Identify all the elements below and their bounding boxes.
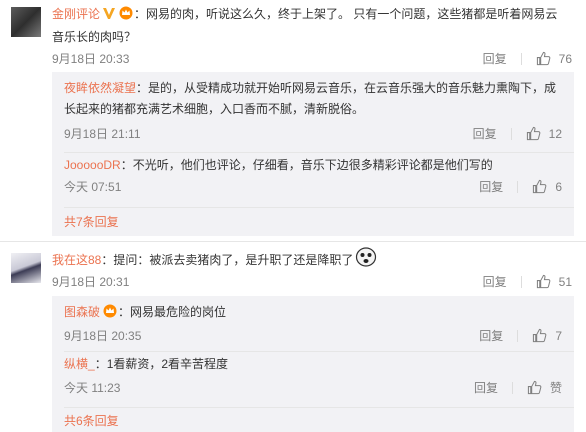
reply-text: 夜眸依然凝望：是的，从受精成功就开始听网易云音乐，在云音乐强大的音乐魅力熏陶下，… [64,78,562,120]
action-divider [511,381,513,394]
reply-author[interactable]: 夜眸依然凝望 [64,81,136,95]
comment-body: ：提问：被派去卖猪肉了，是升职了还是降职了 [101,253,354,267]
vip-crown-icon [118,6,134,27]
reply-item: 纵横_：1看薪资，2看辛苦程度 今天 11:23 回复 赞 [52,352,574,402]
reply-button[interactable]: 回复 [473,125,497,142]
comment-text: 我在这88：提问：被派去卖猪肉了，是升职了还是降职了 [52,247,566,274]
reply-body: ：是的，从受精成功就开始听网易云音乐，在云音乐强大的音乐魅力熏陶下，成长起来的猪… [64,81,557,116]
reply-divider [64,407,574,408]
reply-author[interactable]: 图森破 [64,305,100,319]
comment-author[interactable]: 金刚评论 [52,7,100,21]
reply-actions: 回复 7 [479,327,562,344]
reply-time: 今天 11:23 [64,381,121,395]
like-button[interactable]: 76 [536,51,572,66]
reply-author[interactable]: 纵横_ [64,357,95,371]
action-divider [520,275,522,288]
like-count: 12 [548,126,562,141]
thumbs-up-icon [536,51,550,66]
reply-button[interactable]: 回复 [474,379,498,396]
comment-actions: 回复 51 [483,273,572,290]
comment-time: 9月18日 20:31 [52,275,130,289]
reply-time: 9月18日 21:11 [64,127,141,141]
like-button[interactable]: 51 [536,274,572,289]
reply-button[interactable]: 回复 [479,178,503,195]
comment-text: 金刚评论 ：网易的肉，听说这么久，终于上架了。 只有一个问题，这些猪都是听着网易云… [52,4,566,48]
reply-button[interactable]: 回复 [483,50,507,67]
thumbs-up-icon [533,179,547,194]
like-button[interactable]: 6 [532,179,562,194]
reply-actions: 回复 6 [479,178,562,195]
reply-time: 9月18日 20:35 [64,329,142,343]
reply-text: JoooooDR：不光听，他们也评论，仔细看，音乐下边很多精彩评论都是他们写的 [64,155,562,176]
like-button[interactable]: 7 [532,328,562,343]
reply-list: 夜眸依然凝望：是的，从受精成功就开始听网易云音乐，在云音乐强大的音乐魅力熏陶下，… [52,72,574,236]
reply-item: 图森破 ：网易最危险的岗位 9月18日 20:35 回复 7 [52,296,574,348]
reply-text: 图森破 ：网易最危险的岗位 [64,302,562,325]
thumbs-up-icon [527,380,542,395]
emoji-face-icon [355,247,377,274]
comment-author[interactable]: 我在这88 [52,253,101,267]
reply-list: 图森破 ：网易最危险的岗位 9月18日 20:35 回复 7 纵横_：1看薪资，2… [52,296,574,432]
reply-body: ：网易最危险的岗位 [118,305,227,319]
like-button[interactable]: 赞 [527,379,562,396]
comment-item: 金刚评论 ：网易的肉，听说这么久，终于上架了。 只有一个问题，这些猪都是听着网易云… [0,0,586,236]
like-count: 76 [558,51,572,66]
thumbs-up-icon [536,274,550,289]
reply-time: 今天 07:51 [64,180,122,194]
reply-text: 纵横_：1看薪资，2看辛苦程度 [64,354,562,375]
avatar[interactable] [11,7,41,37]
like-count: 7 [555,328,562,343]
like-count: 赞 [549,381,562,395]
like-count: 51 [558,274,572,289]
comment-actions: 回复 76 [483,50,572,67]
comment-item: 我在这88：提问：被派去卖猪肉了，是升职了还是降职了 9月18日 20:31 回… [0,242,586,432]
reply-body: ：不光听，他们也评论，仔细看，音乐下边很多精彩评论都是他们写的 [120,158,493,172]
like-count: 6 [555,179,562,194]
reply-button[interactable]: 回复 [483,273,507,290]
avatar[interactable] [11,253,41,283]
verified-v-icon [102,6,116,27]
thumbs-up-icon [526,126,540,141]
reply-actions: 回复 赞 [474,379,562,396]
comment-time: 9月18日 20:33 [52,52,130,66]
more-replies-link[interactable]: 共6条回复 [64,412,119,429]
action-divider [520,52,522,65]
reply-author[interactable]: JoooooDR [64,158,121,172]
vip-crown-icon [102,304,118,325]
more-replies-link[interactable]: 共7条回复 [64,213,119,230]
reply-body: ：1看薪资，2看辛苦程度 [94,357,229,371]
reply-item: JoooooDR：不光听，他们也评论，仔细看，音乐下边很多精彩评论都是他们写的 … [52,153,574,203]
reply-item: 夜眸依然凝望：是的，从受精成功就开始听网易云音乐，在云音乐强大的音乐魅力熏陶下，… [52,72,574,146]
reply-button[interactable]: 回复 [479,327,503,344]
reply-divider [64,207,574,208]
action-divider [510,127,512,140]
action-divider [517,180,519,193]
thumbs-up-icon [533,328,547,343]
like-button[interactable]: 12 [526,126,562,141]
action-divider [517,329,519,342]
reply-actions: 回复 12 [473,125,562,142]
